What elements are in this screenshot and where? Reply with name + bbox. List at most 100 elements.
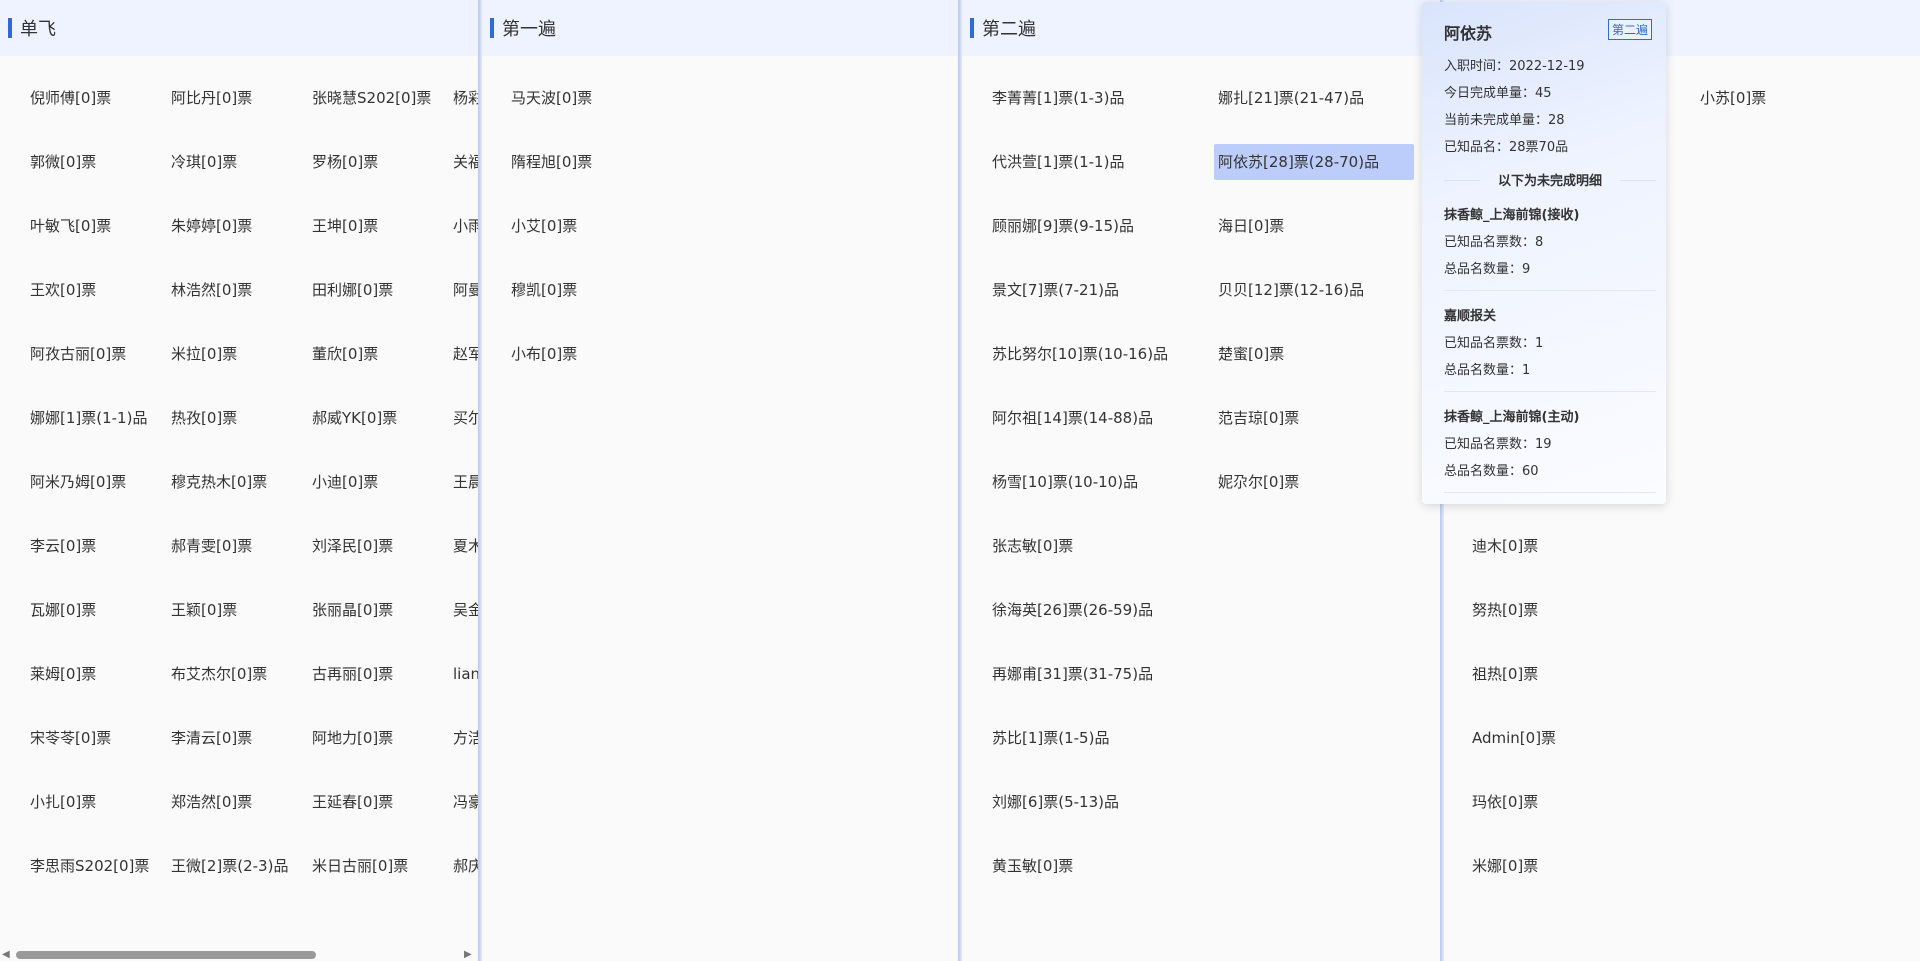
popover-today-done: 今日完成单量：45 xyxy=(1444,86,1552,101)
worker-item[interactable]: 祖热[0]票 xyxy=(1472,664,1538,684)
column-title: 单飞 xyxy=(20,19,56,40)
worker-item[interactable]: 景文[7]票(7-21)品 xyxy=(992,280,1119,300)
worker-item[interactable]: 郝庆 xyxy=(453,856,478,876)
worker-item[interactable]: 关福 xyxy=(453,152,478,172)
worker-item[interactable]: 李清云[0]票 xyxy=(171,728,252,748)
worker-item[interactable]: 黄玉敏[0]票 xyxy=(992,856,1073,876)
header-accent-bar xyxy=(8,18,12,38)
worker-item[interactable]: 夏木 xyxy=(453,536,478,556)
worker-item[interactable]: 小苏[0]票 xyxy=(1700,88,1766,108)
worker-item[interactable]: 郝威YK[0]票 xyxy=(312,408,397,428)
worker-item[interactable]: 王晨 xyxy=(453,472,478,492)
worker-item[interactable]: 顾丽娜[9]票(9-15)品 xyxy=(992,216,1134,236)
worker-item[interactable]: 莱姆[0]票 xyxy=(30,664,96,684)
worker-item[interactable]: 阿米乃姆[0]票 xyxy=(30,472,126,492)
worker-item[interactable]: 穆凯[0]票 xyxy=(511,280,577,300)
worker-item[interactable]: 妮尕尔[0]票 xyxy=(1218,472,1299,492)
popover-known: 已知品名：28票70品 xyxy=(1444,140,1569,155)
worker-item[interactable]: 米日古丽[0]票 xyxy=(312,856,408,876)
worker-item[interactable]: 阿依苏[28]票(28-70)品 xyxy=(1214,144,1414,180)
column-header: 单飞 xyxy=(0,0,478,56)
worker-item[interactable]: 李云[0]票 xyxy=(30,536,96,556)
worker-item[interactable]: 苏比[1]票(1-5)品 xyxy=(992,728,1109,748)
worker-item[interactable]: 阿孜古丽[0]票 xyxy=(30,344,126,364)
worker-item[interactable]: 布艾杰尔[0]票 xyxy=(171,664,267,684)
popover-group-name: 嘉顺报关 xyxy=(1444,309,1497,324)
worker-item[interactable]: 宋苓苓[0]票 xyxy=(30,728,111,748)
worker-item[interactable]: 郑浩然[0]票 xyxy=(171,792,252,812)
worker-item[interactable]: 楚蜜[0]票 xyxy=(1218,344,1284,364)
worker-item[interactable]: 赵军 xyxy=(453,344,478,364)
worker-item[interactable]: 刘泽民[0]票 xyxy=(312,536,393,556)
column-title: 第二遍 xyxy=(982,19,1036,40)
worker-item[interactable]: 迪木[0]票 xyxy=(1472,536,1538,556)
worker-item[interactable]: 热孜[0]票 xyxy=(171,408,237,428)
scroll-right-arrow-icon[interactable]: ▶ xyxy=(464,949,472,960)
worker-item[interactable]: 瓦娜[0]票 xyxy=(30,600,96,620)
popover-group-known: 已知品名票数：1 xyxy=(1444,336,1544,351)
worker-item[interactable]: 冷琪[0]票 xyxy=(171,152,237,172)
worker-item[interactable]: 杨彩 xyxy=(453,88,478,108)
worker-item[interactable]: 倪师傅[0]票 xyxy=(30,88,111,108)
worker-item[interactable]: 张丽晶[0]票 xyxy=(312,600,393,620)
column-second-pass: 第二遍 李菁菁[1]票(1-3)品 代洪萱[1]票(1-1)品 顾丽娜[9]票(9-… xyxy=(962,0,1440,961)
worker-item[interactable]: 王微[2]票(2-3)品 xyxy=(171,856,288,876)
worker-item[interactable]: 朱婷婷[0]票 xyxy=(171,216,252,236)
worker-item[interactable]: 王坤[0]票 xyxy=(312,216,378,236)
worker-item[interactable]: 郝青雯[0]票 xyxy=(171,536,252,556)
worker-item[interactable]: 阿地力[0]票 xyxy=(312,728,393,748)
worker-item[interactable]: 徐海英[26]票(26-59)品 xyxy=(992,600,1153,620)
worker-item[interactable]: 李思雨S202[0]票 xyxy=(30,856,149,876)
worker-item[interactable]: 李菁菁[1]票(1-3)品 xyxy=(992,88,1124,108)
worker-item[interactable]: 叶敏飞[0]票 xyxy=(30,216,111,236)
popover-divider xyxy=(1444,391,1656,392)
worker-item[interactable]: 再娜甫[31]票(31-75)品 xyxy=(992,664,1153,684)
worker-item[interactable]: 阿比丹[0]票 xyxy=(171,88,252,108)
worker-item[interactable]: 杨雪[10]票(10-10)品 xyxy=(992,472,1138,492)
horizontal-scrollbar[interactable]: ◀ ▶ xyxy=(0,947,478,961)
worker-item[interactable]: 王延春[0]票 xyxy=(312,792,393,812)
worker-item[interactable]: 小布[0]票 xyxy=(511,344,577,364)
worker-item[interactable]: 范吉琼[0]票 xyxy=(1218,408,1299,428)
worker-item[interactable]: 米娜[0]票 xyxy=(1472,856,1538,876)
scroll-left-arrow-icon[interactable]: ◀ xyxy=(2,949,10,960)
worker-item[interactable]: 买尔 xyxy=(453,408,478,428)
worker-item[interactable]: 阿尔祖[14]票(14-88)品 xyxy=(992,408,1153,428)
worker-item[interactable]: 张志敏[0]票 xyxy=(992,536,1073,556)
worker-item[interactable]: 小雨 xyxy=(453,216,478,236)
worker-item[interactable]: 贝贝[12]票(12-16)品 xyxy=(1218,280,1364,300)
worker-item[interactable]: 小艾[0]票 xyxy=(511,216,577,236)
worker-item[interactable]: 王颖[0]票 xyxy=(171,600,237,620)
worker-item[interactable]: 海日[0]票 xyxy=(1218,216,1284,236)
worker-item[interactable]: 娜扎[21]票(21-47)品 xyxy=(1218,88,1364,108)
worker-item[interactable]: 冯豪 xyxy=(453,792,478,812)
worker-item[interactable]: 王欢[0]票 xyxy=(30,280,96,300)
worker-item[interactable]: 田利娜[0]票 xyxy=(312,280,393,300)
worker-item[interactable]: Admin[0]票 xyxy=(1472,728,1556,748)
worker-item[interactable]: 方洁 xyxy=(453,728,478,748)
worker-item[interactable]: 苏比努尔[10]票(10-16)品 xyxy=(992,344,1168,364)
worker-item[interactable]: 马天波[0]票 xyxy=(511,88,592,108)
worker-item[interactable]: 努热[0]票 xyxy=(1472,600,1538,620)
worker-item[interactable]: 古再丽[0]票 xyxy=(312,664,393,684)
worker-item[interactable]: 刘娜[6]票(5-13)品 xyxy=(992,792,1119,812)
popover-group-name: 抹香鲸_上海前锦(接收) xyxy=(1444,208,1580,223)
popover-group-known: 已知品名票数：19 xyxy=(1444,437,1552,452)
worker-item[interactable]: 阿曼 xyxy=(453,280,478,300)
worker-item[interactable]: 隋程旭[0]票 xyxy=(511,152,592,172)
worker-item[interactable]: 娜娜[1]票(1-1)品 xyxy=(30,408,147,428)
worker-item[interactable]: lian xyxy=(453,664,478,684)
worker-item[interactable]: 穆克热木[0]票 xyxy=(171,472,267,492)
worker-item[interactable]: 吴金 xyxy=(453,600,478,620)
worker-item[interactable]: 张晓慧S202[0]票 xyxy=(312,88,431,108)
worker-item[interactable]: 小扎[0]票 xyxy=(30,792,96,812)
worker-item[interactable]: 米拉[0]票 xyxy=(171,344,237,364)
worker-item[interactable]: 郭微[0]票 xyxy=(30,152,96,172)
scrollbar-thumb[interactable] xyxy=(16,951,316,959)
worker-item[interactable]: 罗杨[0]票 xyxy=(312,152,378,172)
worker-item[interactable]: 代洪萱[1]票(1-1)品 xyxy=(992,152,1124,172)
worker-item[interactable]: 董欣[0]票 xyxy=(312,344,378,364)
worker-item[interactable]: 小迪[0]票 xyxy=(312,472,378,492)
worker-item[interactable]: 玛依[0]票 xyxy=(1472,792,1538,812)
worker-item[interactable]: 林浩然[0]票 xyxy=(171,280,252,300)
